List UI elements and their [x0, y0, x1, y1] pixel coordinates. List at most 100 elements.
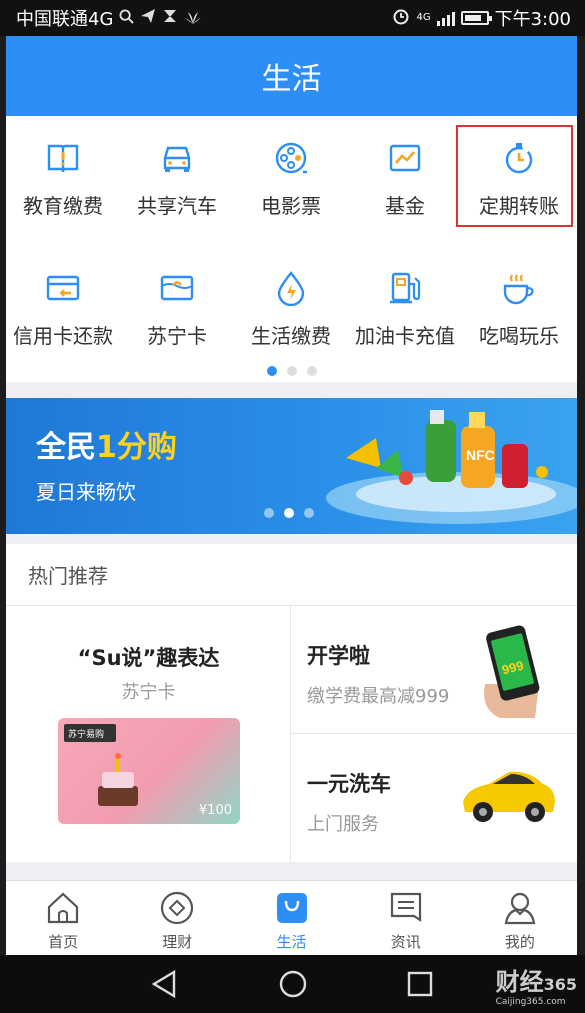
service-label: 信用卡还款: [13, 324, 113, 348]
service-label: 加油卡充值: [355, 324, 455, 348]
system-nav-bar: 财经365 Caijing365.com: [0, 955, 585, 1013]
service-utility-bills[interactable]: 生活缴费: [234, 268, 348, 349]
phone-hand-image: 999: [484, 625, 540, 718]
battery-icon: [460, 11, 492, 25]
card-amount: ¥100: [198, 803, 232, 818]
section-title: 热门推荐: [6, 544, 577, 606]
banner-pager: [264, 508, 314, 518]
watermark-num: 365: [543, 975, 577, 994]
services-pager: [6, 366, 577, 376]
search-icon: [119, 8, 135, 28]
service-label: 定期转账: [479, 194, 559, 218]
network-type: 4G: [416, 12, 431, 23]
carrier-label: 中国联通4G: [16, 9, 114, 30]
page-title: 生活: [6, 36, 577, 116]
promo-back-to-school[interactable]: 开学啦 缴学费最高减999 999: [291, 606, 577, 734]
recents-button[interactable]: [406, 969, 434, 1003]
fuel-pump-icon: [385, 268, 425, 308]
watermark-sub: Caijing365.com: [495, 997, 566, 1007]
banner-dot[interactable]: [264, 508, 274, 518]
back-button[interactable]: [150, 969, 178, 1003]
bag-icon: [273, 889, 311, 927]
tab-label: 理财: [162, 933, 193, 951]
car-icon: [157, 138, 197, 178]
banner-title: 全民1分购: [36, 422, 177, 466]
banner-title-prefix: 全民: [36, 430, 96, 465]
banner-dot[interactable]: [304, 508, 314, 518]
suning-logo: 苏宁易购: [64, 724, 116, 742]
promo-title: “Su说”趣表达: [77, 646, 220, 670]
alarm-icon: [392, 7, 410, 29]
service-label: 基金: [385, 194, 425, 218]
tab-label: 首页: [48, 933, 79, 951]
banner-subtitle: 夏日来畅饮: [36, 480, 136, 504]
banner-dot[interactable]: [284, 508, 294, 518]
status-bar: 中国联通4G 4G 下午3:00: [0, 0, 585, 36]
service-label: 吃喝玩乐: [479, 324, 559, 348]
tab-label: 我的: [504, 933, 535, 951]
service-food-fun[interactable]: 吃喝玩乐: [462, 268, 576, 349]
drinks-splash-image: NFC: [326, 410, 577, 524]
home-button[interactable]: [278, 969, 308, 1003]
service-car-sharing[interactable]: 共享汽车: [120, 138, 234, 219]
card-brand-label: 苏宁易购: [68, 730, 105, 740]
promo-subtitle: 上门服务: [307, 814, 379, 835]
timer-icon: [499, 138, 539, 178]
notification-icon: [162, 8, 178, 28]
tab-wealth[interactable]: 理财: [120, 881, 234, 955]
pager-dot[interactable]: [266, 366, 277, 376]
service-fund[interactable]: 基金: [348, 138, 462, 219]
gift-card-image: 苏宁易购 ¥100: [58, 718, 240, 824]
person-icon: [501, 889, 539, 927]
tab-label: 生活: [276, 933, 307, 951]
promo-car-wash[interactable]: 一元洗车 上门服务: [291, 734, 577, 862]
home-icon: [44, 889, 82, 927]
service-label: 生活缴费: [251, 324, 331, 348]
send-icon: [140, 8, 156, 28]
tab-life[interactable]: 生活: [234, 881, 348, 955]
services-row-1: 教育缴费 共享汽车 电影票 基金 定期转账: [6, 138, 577, 219]
hot-recommendations: 热门推荐 “Su说”趣表达 苏宁卡 苏宁易购 ¥100 开学啦 缴学费最高减99…: [6, 544, 577, 862]
chart-icon: [385, 138, 425, 178]
yellow-car-image: [463, 771, 555, 822]
promo-su-shuo[interactable]: “Su说”趣表达 苏宁卡 苏宁易购 ¥100: [6, 606, 291, 862]
huawei-icon: [184, 9, 202, 28]
service-suning-card[interactable]: 苏宁卡: [120, 268, 234, 349]
tab-me[interactable]: 我的: [463, 881, 577, 955]
bottom-tab-bar: 首页 理财 生活 资讯 我的: [6, 880, 577, 955]
news-icon: [387, 889, 425, 927]
service-label: 电影票: [261, 194, 321, 218]
promo-banner[interactable]: NFC 全民1分购 夏日来畅饮: [6, 398, 577, 534]
service-fuel-card-topup[interactable]: 加油卡充值: [348, 268, 462, 349]
service-education-fee[interactable]: 教育缴费: [6, 138, 120, 219]
nfc-bottle-label: NFC: [466, 447, 495, 463]
credit-card-icon: [43, 268, 83, 308]
services-grid: 教育缴费 共享汽车 电影票 基金 定期转账 信用卡还款 苏宁卡 生活缴费 加油卡…: [6, 116, 577, 382]
services-row-2: 信用卡还款 苏宁卡 生活缴费 加油卡充值 吃喝玩乐: [6, 268, 577, 349]
service-movie-ticket[interactable]: 电影票: [234, 138, 348, 219]
tab-news[interactable]: 资讯: [349, 881, 463, 955]
coffee-cup-icon: [499, 268, 539, 308]
pager-dot[interactable]: [306, 366, 317, 376]
promo-subtitle: 苏宁卡: [121, 682, 176, 703]
diamond-circle-icon: [158, 889, 196, 927]
service-credit-card-repay[interactable]: 信用卡还款: [6, 268, 120, 349]
service-label: 苏宁卡: [147, 324, 207, 348]
clock: 下午3:00: [494, 9, 571, 30]
watermark-main: 财经: [495, 968, 544, 996]
film-reel-icon: [271, 138, 311, 178]
watermark: 财经365 Caijing365.com: [496, 962, 577, 1007]
service-scheduled-transfer[interactable]: 定期转账: [462, 138, 576, 219]
promo-title: 开学啦: [307, 644, 370, 668]
tab-home[interactable]: 首页: [6, 881, 120, 955]
gift-card-icon: [157, 268, 197, 308]
app-window: 生活 教育缴费 共享汽车 电影票 基金 定期转账 信用卡还款 苏宁卡 生活缴费 …: [6, 36, 577, 955]
promo-title: 一元洗车: [307, 772, 391, 796]
tab-label: 资讯: [390, 933, 421, 951]
water-drop-icon: [271, 268, 311, 308]
service-label: 共享汽车: [137, 194, 217, 218]
book-icon: [43, 138, 83, 178]
signal-icon: [436, 10, 455, 26]
promo-subtitle: 缴学费最高减999: [307, 686, 450, 707]
pager-dot[interactable]: [286, 366, 297, 376]
